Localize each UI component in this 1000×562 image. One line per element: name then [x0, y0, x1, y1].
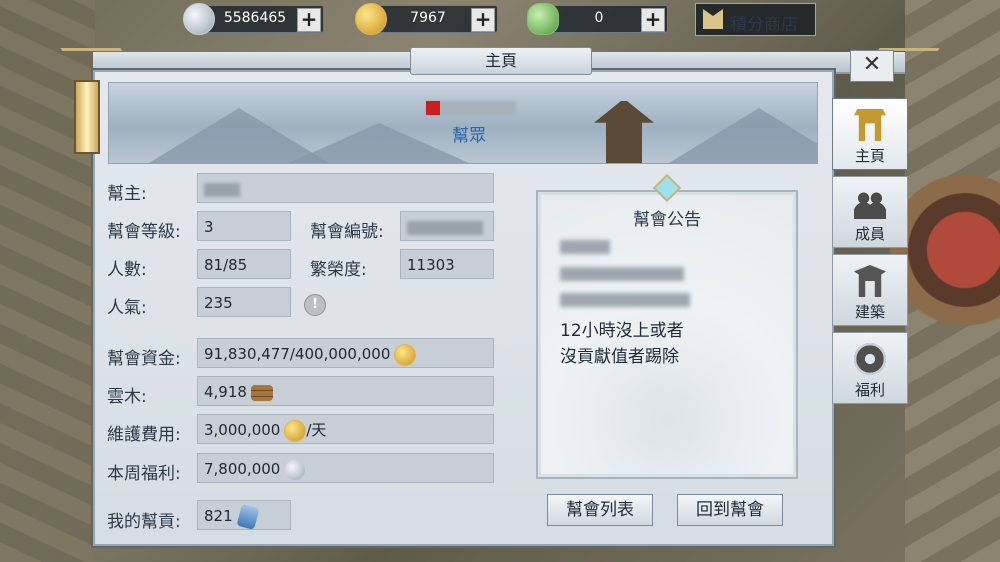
jade-value: 0: [594, 10, 604, 26]
jade-ingot-icon: [527, 3, 559, 35]
popularity-field: 235: [197, 287, 291, 317]
silver-currency: 5586465 +: [183, 3, 324, 35]
my-contribution-value: 821: [204, 507, 233, 525]
gold-coin-icon: [284, 419, 307, 442]
guild-banner: 幫眾: [108, 82, 818, 164]
guild-id-field: [400, 211, 494, 241]
wood-label: 雲木:: [107, 387, 147, 407]
close-button[interactable]: ✕: [850, 50, 894, 82]
funds-label: 幫會資金:: [107, 349, 181, 369]
tab-welfare[interactable]: 福利: [832, 332, 908, 404]
popularity-info-icon[interactable]: !: [304, 294, 326, 316]
window-title: 主頁: [410, 47, 592, 75]
weekly-welfare-field: 7,800,000: [197, 453, 494, 483]
guild-id-blurred: [407, 220, 483, 235]
tab-members[interactable]: 成員: [832, 176, 908, 248]
jade-currency: 0 +: [527, 3, 668, 35]
notice-line-blurred: [560, 293, 690, 307]
add-jade-button[interactable]: +: [641, 8, 665, 32]
guild-id-label: 幫會編號:: [310, 222, 384, 242]
members-icon: [854, 187, 886, 219]
add-silver-button[interactable]: +: [297, 8, 321, 32]
funds-value: 91,830,477/400,000,000: [204, 345, 391, 363]
contribution-badge-icon: [236, 503, 260, 530]
notice-line-4: 12小時沒上或者: [560, 321, 684, 341]
maintenance-field: 3,000,000/天: [197, 414, 494, 444]
leader-name-blurred: [204, 182, 240, 197]
guild-level-label: 幫會等級:: [107, 222, 181, 242]
maintenance-value: 3,000,000: [204, 421, 281, 439]
silver-value: 5586465: [223, 10, 287, 26]
leader-field: [197, 173, 494, 203]
silver-coin-icon: [284, 458, 307, 481]
welfare-icon: [854, 343, 886, 375]
leader-label: 幫主:: [107, 184, 147, 204]
guild-level-field: 3: [197, 211, 291, 241]
gold-coin-icon: [355, 3, 387, 35]
notice-title: 幫會公告: [633, 210, 701, 230]
wood-field: 4,918: [197, 376, 494, 406]
gold-coin-icon: [394, 343, 417, 366]
members-field: 81/85: [197, 249, 291, 279]
members-label: 人數:: [107, 260, 147, 280]
weekly-welfare-value: 7,800,000: [204, 460, 281, 478]
notice-line-5: 沒貢獻值者踢除: [560, 347, 679, 367]
tab-building[interactable]: 建築: [832, 254, 908, 326]
pagoda-image: [594, 101, 654, 163]
return-to-guild-button[interactable]: 回到幫會: [677, 494, 783, 526]
points-shop-label: 積分商店: [730, 15, 798, 35]
shop-icon: [703, 9, 723, 29]
add-gold-button[interactable]: +: [471, 8, 495, 32]
my-contribution-field: 821: [197, 500, 291, 530]
tab-welfare-label: 福利: [854, 381, 885, 399]
gold-value: 7967: [410, 10, 446, 26]
building-icon: [854, 265, 886, 297]
tab-home[interactable]: 主頁: [832, 98, 908, 170]
my-contribution-label: 我的幫貢:: [107, 512, 181, 532]
maintenance-unit: /天: [306, 421, 327, 439]
guild-list-button[interactable]: 幫會列表: [547, 494, 653, 526]
lantern-decoration: [74, 80, 100, 154]
gold-currency: 7967 +: [355, 3, 498, 35]
notice-line-blurred: [560, 267, 684, 281]
prosperity-label: 繁榮度:: [310, 260, 367, 280]
silver-coin-icon: [183, 3, 215, 35]
prosperity-field: 11303: [400, 249, 494, 279]
tab-home-label: 主頁: [854, 147, 885, 165]
mountain-shape: [669, 108, 817, 163]
maintenance-label: 維護費用:: [107, 425, 181, 445]
wood-logs-icon: [250, 384, 273, 401]
tab-building-label: 建築: [854, 303, 885, 321]
tab-members-label: 成員: [854, 225, 885, 243]
notice-line-blurred: [560, 240, 610, 254]
guild-rank-label: 幫眾: [452, 126, 486, 146]
popularity-label: 人氣:: [107, 298, 147, 318]
weekly-welfare-label: 本周福利:: [107, 464, 181, 484]
home-icon: [854, 109, 886, 141]
wood-value: 4,918: [204, 383, 247, 401]
guild-flag-icon: [426, 101, 440, 115]
points-shop-button[interactable]: 積分商店: [695, 3, 816, 36]
funds-field: 91,830,477/400,000,000: [197, 338, 494, 368]
